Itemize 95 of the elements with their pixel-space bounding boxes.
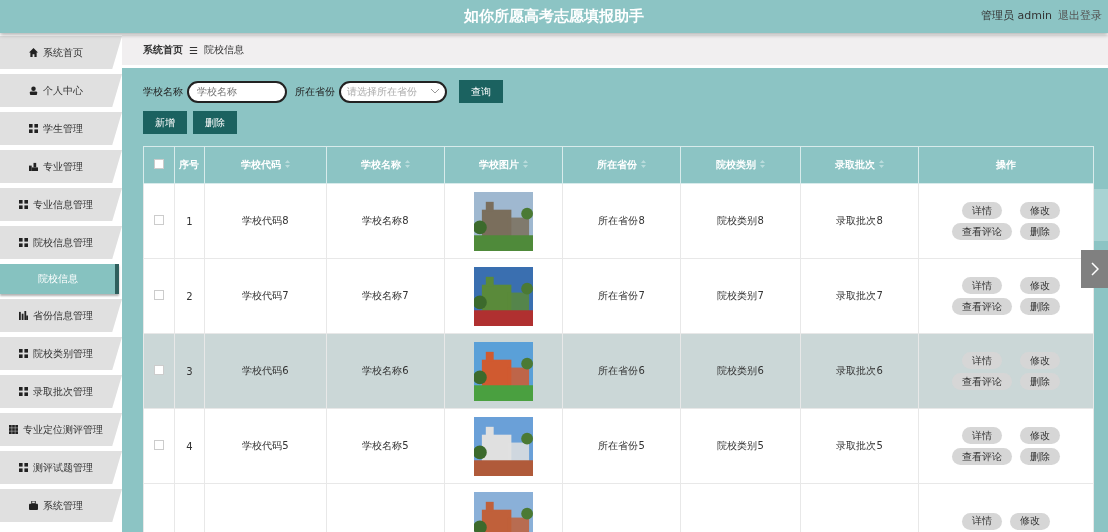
add-button[interactable]: 新增 <box>143 111 187 134</box>
next-arrow-button[interactable] <box>1081 250 1108 288</box>
table-cell: 学校名称5 <box>326 408 445 484</box>
menu-item[interactable]: 专业定位测评管理 <box>0 413 122 446</box>
delete-button[interactable]: 删除 <box>193 111 237 134</box>
edit-button[interactable]: 修改 <box>1020 352 1061 369</box>
query-button[interactable]: 查询 <box>459 80 503 103</box>
briefcase-icon <box>29 501 38 510</box>
logout-link[interactable]: 退出登录 <box>1058 8 1102 23</box>
menu-item[interactable]: 个人中心 <box>0 74 122 107</box>
row-checkbox[interactable] <box>153 440 164 450</box>
field-label: 学校名称 <box>143 84 183 99</box>
scrollbar[interactable] <box>1094 189 1108 241</box>
detail-button[interactable]: 详情 <box>962 352 1003 369</box>
edit-button[interactable]: 修改 <box>1020 277 1061 294</box>
sort-icon[interactable] <box>879 160 885 168</box>
comments-button[interactable]: 查看评论 <box>952 448 1013 465</box>
detail-button[interactable]: 详情 <box>962 512 1003 530</box>
grid-icon <box>19 349 28 358</box>
sort-icon[interactable] <box>641 160 647 168</box>
sort-icon[interactable] <box>404 160 410 168</box>
detail-button[interactable]: 详情 <box>962 427 1003 444</box>
school-name-field[interactable]: 学校名称 <box>187 80 287 103</box>
edit-button[interactable]: 修改 <box>1020 427 1061 444</box>
delete-button[interactable]: 删除 <box>1020 298 1061 315</box>
table-cell: 院校类别7 <box>680 258 801 334</box>
grid-icon <box>29 124 38 133</box>
table-cell: 学校代码6 <box>204 333 327 409</box>
menu-item[interactable]: 院校类别管理 <box>0 337 122 370</box>
user-icon <box>29 86 38 95</box>
table-cell: 录取批次7 <box>800 258 919 334</box>
chevron-right-icon <box>1090 262 1099 276</box>
table-cell: 4 <box>174 408 205 484</box>
row-checkbox[interactable] <box>153 290 164 300</box>
table-cell: 所在省份5 <box>562 408 681 484</box>
row-checkbox[interactable] <box>153 365 164 375</box>
table-cell: 所在省份8 <box>562 183 681 259</box>
chevron-down-icon <box>431 89 439 94</box>
sort-icon[interactable] <box>760 160 766 168</box>
grid-icon <box>19 200 28 209</box>
table-cell: 录取批次6 <box>800 333 919 409</box>
sort-icon[interactable] <box>523 160 528 168</box>
menu-item[interactable]: 省份信息管理 <box>0 299 122 332</box>
table-cell: 所在省份6 <box>562 333 681 409</box>
user-name: 管理员 admin <box>981 8 1052 23</box>
delete-button[interactable]: 删除 <box>1020 373 1061 390</box>
column-header: 操作 <box>996 159 1017 170</box>
edit-button[interactable]: 修改 <box>1010 512 1051 530</box>
table-cell: 3 <box>174 333 205 409</box>
detail-button[interactable]: 详情 <box>962 202 1003 219</box>
detail-button[interactable]: 详情 <box>962 277 1003 294</box>
row-checkbox[interactable] <box>153 215 164 225</box>
menu-item[interactable]: 学生管理 <box>0 112 122 145</box>
breadcrumb-separator: ☰ <box>189 44 198 56</box>
table-cell: 院校类别6 <box>680 333 801 409</box>
table-cell: 学校代码7 <box>204 258 327 334</box>
menu-item[interactable]: 系统首页 <box>0 36 122 69</box>
menu-item[interactable]: 测评试题管理 <box>0 451 122 484</box>
table-cell: 学校名称6 <box>326 333 445 409</box>
table-cell: 学校名称8 <box>326 183 445 259</box>
delete-button[interactable]: 删除 <box>1020 223 1061 240</box>
table-cell: 院校类别8 <box>680 183 801 259</box>
sort-icon[interactable] <box>284 160 290 168</box>
menu-item[interactable]: 系统管理 <box>0 489 122 522</box>
delete-button[interactable]: 删除 <box>1020 448 1061 465</box>
app-title: 如你所愿高考志愿填报助手 <box>464 7 644 26</box>
table-cell: 院校类别5 <box>680 408 801 484</box>
table-cell: 所在省份7 <box>562 258 681 334</box>
grid-icon <box>19 238 28 247</box>
table-cell: 学校代码5 <box>204 408 327 484</box>
select-all-checkbox[interactable] <box>153 159 164 169</box>
menu-item[interactable]: 院校信息管理 <box>0 226 122 259</box>
bar-chart-icon <box>19 311 28 320</box>
comments-button[interactable]: 查看评论 <box>952 373 1013 390</box>
table-cell: 录取批次5 <box>800 408 919 484</box>
grid-icon <box>19 387 28 396</box>
breadcrumb-home[interactable]: 系统首页 <box>143 43 183 57</box>
menu-item[interactable]: 专业信息管理 <box>0 188 122 221</box>
home-icon <box>29 48 38 57</box>
table-cell: 录取批次8 <box>800 183 919 259</box>
table-cell: 学校代码8 <box>204 183 327 259</box>
grid-icon <box>19 463 28 472</box>
field-label: 所在省份 <box>295 84 335 99</box>
grid-icon <box>9 425 18 434</box>
menu-item[interactable]: 专业管理 <box>0 150 122 183</box>
comments-button[interactable]: 查看评论 <box>952 223 1013 240</box>
comments-button[interactable]: 查看评论 <box>952 298 1013 315</box>
table-cell: 2 <box>174 258 205 334</box>
column-header: 序号 <box>179 159 200 170</box>
edit-button[interactable]: 修改 <box>1020 202 1061 219</box>
chart-icon <box>29 162 38 171</box>
table-cell: 学校名称7 <box>326 258 445 334</box>
table-cell: 1 <box>174 183 205 259</box>
menu-item[interactable]: 录取批次管理 <box>0 375 122 408</box>
breadcrumb-current: 院校信息 <box>203 43 244 57</box>
